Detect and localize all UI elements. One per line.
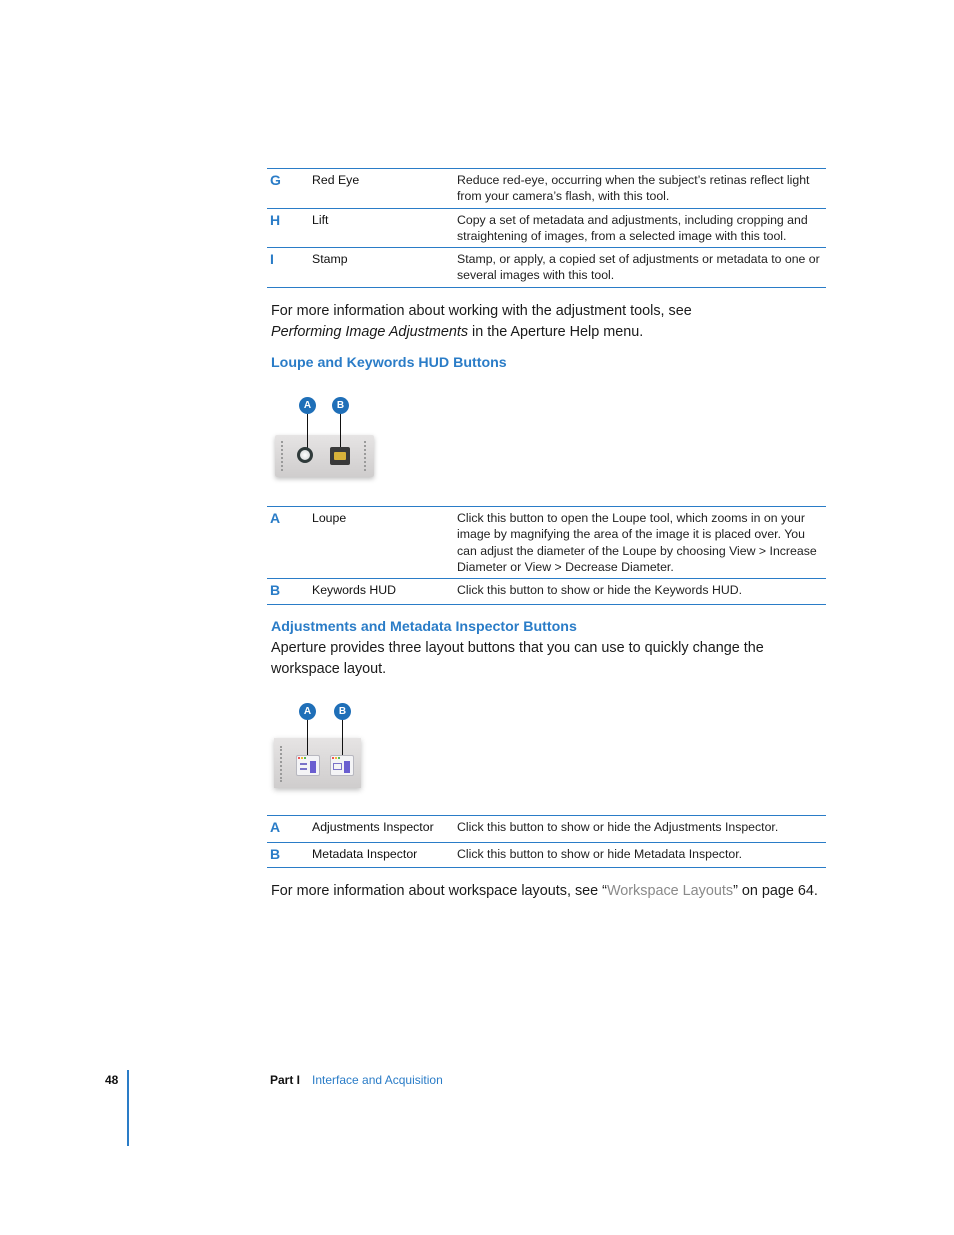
row-name: Metadata Inspector (312, 847, 418, 861)
window-dot (332, 757, 334, 759)
callout-leader (341, 717, 343, 755)
table-row: H Lift Copy a set of metadata and adjust… (267, 209, 826, 248)
loupe-keywords-figure: A B (272, 395, 382, 487)
row-desc: Reduce red-eye, occurring when the subje… (457, 173, 810, 204)
tag-glyph (334, 452, 346, 460)
keywords-hud-icon[interactable] (330, 447, 350, 465)
table-row: G Red Eye Reduce red-eye, occurring when… (267, 169, 826, 209)
callout-b: B (334, 703, 351, 720)
row-name: Keywords HUD (312, 583, 397, 597)
section-heading-loupe-keywords: Loupe and Keywords HUD Buttons (271, 355, 507, 371)
row-desc: Copy a set of metadata and adjustments, … (457, 213, 808, 244)
paragraph-text: For more information about working with … (271, 303, 692, 319)
divider-dots (280, 746, 284, 782)
row-letter: B (270, 582, 281, 598)
callout-b: B (332, 397, 349, 414)
footer-chapter-link[interactable]: Interface and Acquisition (312, 1073, 443, 1087)
paragraph-workspace-layouts: For more information about workspace lay… (271, 881, 831, 902)
row-letter: A (270, 819, 281, 835)
row-desc: Click this button to open the Loupe tool… (457, 511, 817, 575)
loupe-icon[interactable] (297, 447, 313, 463)
row-desc: Click this button to show or hide the Ke… (457, 583, 743, 597)
footer-divider (127, 1070, 129, 1146)
row-name: Adjustments Inspector (312, 820, 434, 834)
metadata-inspector-icon[interactable] (330, 755, 354, 776)
window-dot (301, 757, 303, 759)
page-number: 48 (105, 1073, 119, 1087)
section-heading-inspector-buttons: Adjustments and Metadata Inspector Butto… (271, 619, 577, 635)
slider-glyph (300, 763, 307, 765)
inspector-buttons-figure: A B (272, 700, 372, 795)
adjustments-inspector-icon[interactable] (296, 755, 320, 776)
row-letter: B (270, 846, 281, 862)
table-row: A Adjustments Inspector Click this butto… (267, 816, 826, 843)
window-dot (335, 757, 337, 759)
paragraph-text: ” on page 64. (733, 883, 818, 899)
window-dot (338, 757, 340, 759)
table-row: B Keywords HUD Click this button to show… (267, 579, 826, 605)
loupe-keywords-table: A Loupe Click this button to open the Lo… (267, 506, 826, 605)
inspector-buttons-table: A Adjustments Inspector Click this butto… (267, 815, 826, 868)
workspace-layouts-link[interactable]: Workspace Layouts (607, 883, 733, 899)
row-name: Stamp (312, 252, 348, 266)
divider-dots (281, 441, 285, 471)
row-desc: Click this button to show or hide Metada… (457, 847, 743, 861)
row-letter: I (270, 251, 274, 267)
row-name: Red Eye (312, 173, 360, 187)
row-name: Lift (312, 213, 329, 227)
row-letter: H (270, 212, 281, 228)
tag-glyph (333, 763, 342, 770)
divider-dots (364, 441, 368, 471)
slider-glyph (300, 768, 307, 770)
panel-glyph (344, 761, 350, 773)
tool-table: G Red Eye Reduce red-eye, occurring when… (267, 168, 826, 288)
callout-leader (339, 412, 341, 447)
paragraph-text: in the Aperture Help menu. (468, 323, 644, 340)
row-desc: Click this button to show or hide the Ad… (457, 820, 779, 834)
window-dot (298, 757, 300, 759)
paragraph-text: For more information about workspace lay… (271, 883, 607, 899)
callout-leader (306, 412, 308, 450)
callout-leader (306, 717, 308, 755)
paragraph-adjustment-tools: For more information about working with … (271, 301, 831, 342)
help-topic-reference: Performing Image Adjustments (271, 323, 469, 340)
callout-a: A (299, 397, 316, 414)
row-letter: A (270, 510, 281, 526)
row-letter: G (270, 172, 281, 188)
table-row: I Stamp Stamp, or apply, a copied set of… (267, 248, 826, 288)
footer-part: Part I (270, 1073, 301, 1087)
row-desc: Stamp, or apply, a copied set of adjustm… (457, 252, 820, 283)
panel-glyph (310, 761, 316, 773)
table-row: B Metadata Inspector Click this button t… (267, 843, 826, 868)
window-dot (304, 757, 306, 759)
toolbar-strip (275, 435, 374, 477)
row-name: Loupe (312, 511, 347, 525)
table-row: A Loupe Click this button to open the Lo… (267, 507, 826, 579)
paragraph-inspector-intro: Aperture provides three layout buttons t… (271, 640, 764, 677)
callout-a: A (299, 703, 316, 720)
